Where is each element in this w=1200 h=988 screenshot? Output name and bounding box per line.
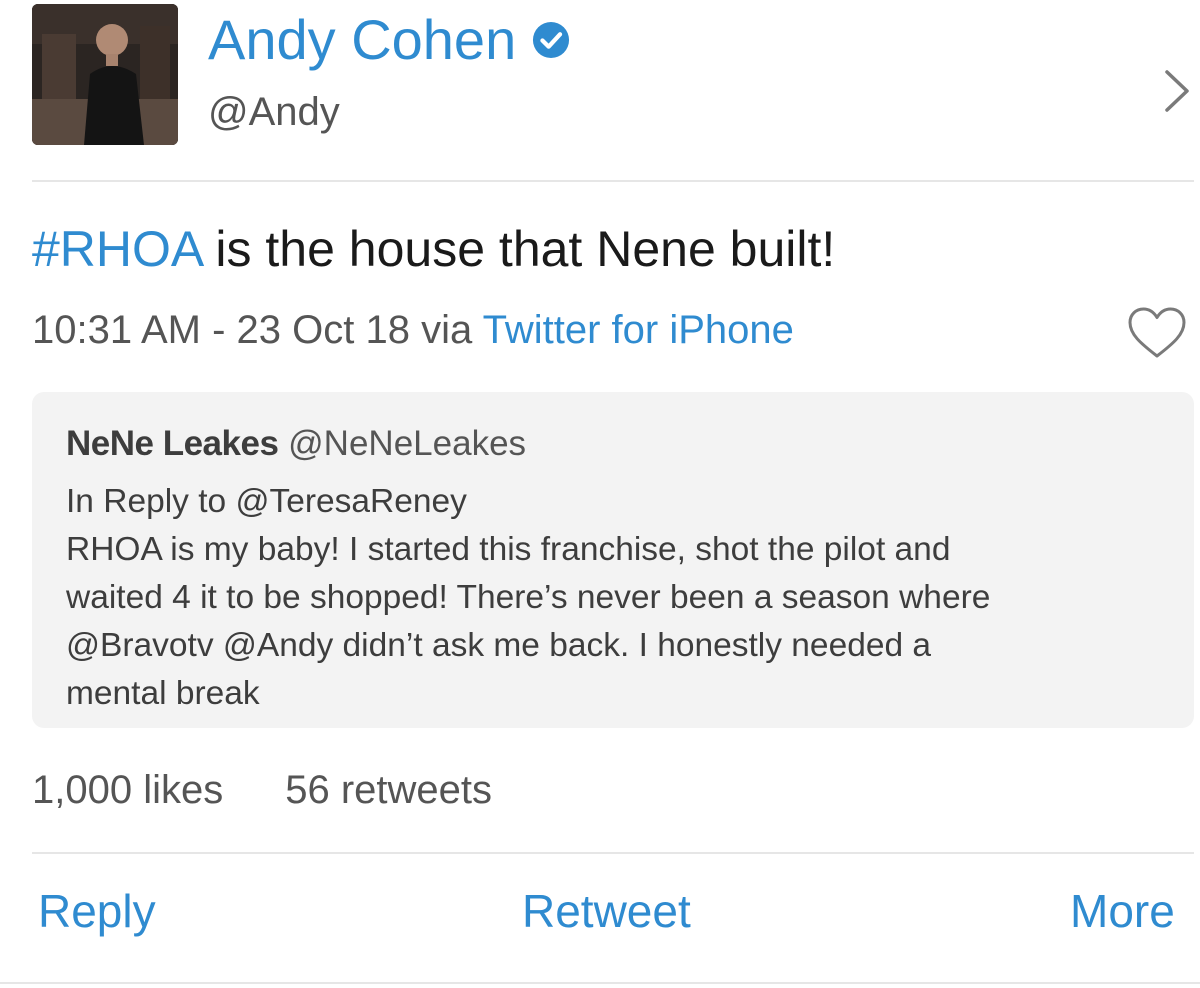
quoted-author-name: NeNe Leakes	[66, 424, 279, 463]
quoted-line: In Reply to @TeresaReney	[66, 483, 467, 520]
tweet-body: is the house that Nene built!	[201, 221, 836, 277]
chevron-right-icon[interactable]	[1162, 68, 1192, 114]
quoted-line: @Bravotv @Andy didn’t ask me back. I hon…	[66, 626, 932, 664]
stats-divider	[32, 852, 1194, 854]
reply-button[interactable]: Reply	[38, 888, 156, 934]
likes-count[interactable]: 1,000 likes	[32, 768, 223, 812]
quoted-author-handle: @NeNeLeakes	[288, 424, 527, 463]
retweets-count[interactable]: 56 retweets	[285, 768, 492, 812]
quoted-tweet[interactable]: NeNe Leakes @NeNeLeakes In Reply to @Ter…	[32, 392, 1194, 728]
quoted-line: mental break	[66, 674, 260, 712]
more-button[interactable]: More	[1070, 888, 1175, 934]
verified-badge-icon	[533, 21, 570, 59]
heart-icon[interactable]	[1126, 305, 1188, 361]
display-name[interactable]: Andy Cohen	[208, 12, 516, 68]
hashtag-link[interactable]: #RHOA	[32, 221, 202, 277]
quoted-line: RHOA is my baby! I started this franchis…	[66, 530, 951, 568]
tweet-meta: 10:31 AM - 23 Oct 18 via Twitter for iPh…	[32, 308, 794, 353]
retweet-button[interactable]: Retweet	[522, 888, 691, 934]
quoted-tweet-text: In Reply to @TeresaReney RHOA is my baby…	[66, 478, 1176, 717]
quoted-author: NeNe Leakes @NeNeLeakes	[66, 424, 526, 464]
avatar-photo	[32, 4, 178, 145]
bottom-divider	[0, 982, 1200, 984]
profile-name-row[interactable]: Andy Cohen	[208, 12, 570, 68]
tweet-source-link[interactable]: Twitter for iPhone	[483, 308, 794, 352]
tweet-stats: 1,000 likes 56 retweets	[32, 768, 492, 813]
quoted-line: waited 4 it to be shopped! There’s never…	[66, 578, 991, 616]
tweet-text: #RHOA is the house that Nene built!	[32, 222, 835, 277]
avatar[interactable]	[32, 4, 178, 145]
tweet-timestamp: 10:31 AM - 23 Oct 18 via	[32, 308, 483, 352]
header-divider	[32, 180, 1194, 182]
profile-handle[interactable]: @Andy	[208, 92, 340, 132]
